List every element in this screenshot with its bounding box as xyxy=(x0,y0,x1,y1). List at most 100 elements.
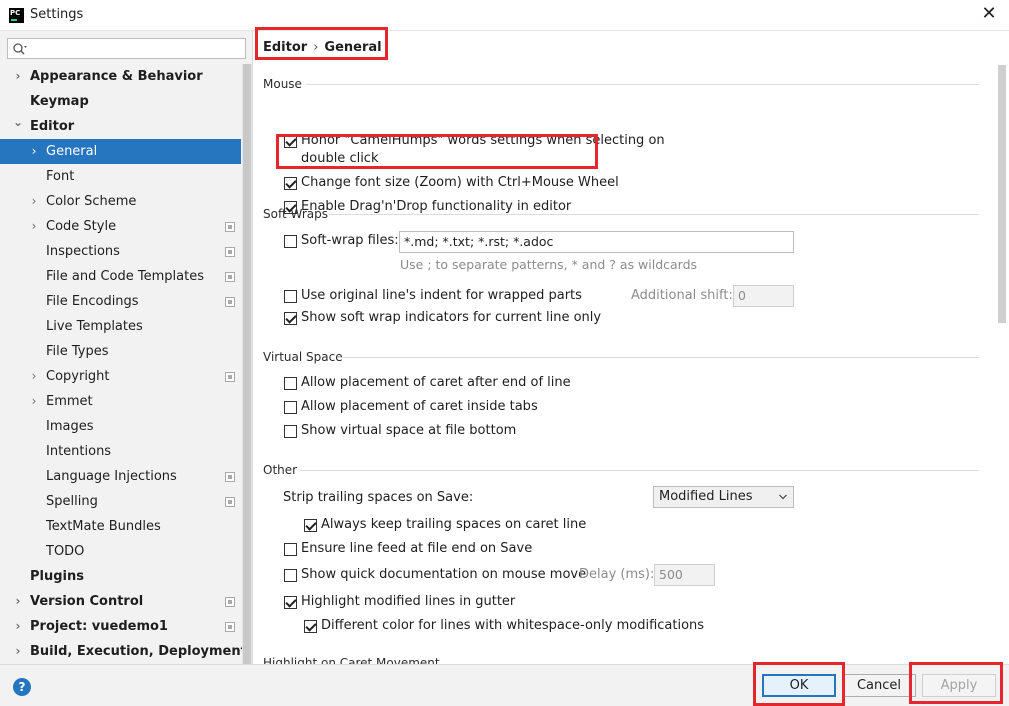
different-color-checkbox[interactable] xyxy=(304,620,317,633)
chevron-right-icon[interactable]: › xyxy=(12,639,24,664)
sidebar-item-file-encodings[interactable]: File Encodings xyxy=(0,289,241,314)
project-scope-icon xyxy=(225,297,235,307)
sidebar-item-live-templates[interactable]: Live Templates xyxy=(0,314,241,339)
section-title-virtual-space: Virtual Space xyxy=(263,350,343,364)
sidebar-item-copyright[interactable]: › Copyright xyxy=(0,364,241,389)
sidebar-item-emmet[interactable]: › Emmet xyxy=(0,389,241,414)
project-scope-icon xyxy=(225,597,235,607)
section-title-other: Other xyxy=(263,463,298,477)
quick-doc-checkbox[interactable] xyxy=(284,569,297,582)
original-indent-checkbox[interactable] xyxy=(284,290,297,303)
project-scope-icon xyxy=(225,497,235,507)
chevron-right-icon[interactable]: › xyxy=(12,589,24,614)
sidebar-item-label: Code Style xyxy=(46,219,117,234)
sidebar-item-label: File and Code Templates xyxy=(46,269,204,284)
sidebar-item-language-injections[interactable]: Language Injections xyxy=(0,464,241,489)
chevron-down-icon[interactable]: ⌄ xyxy=(12,110,24,135)
keep-trailing-checkbox[interactable] xyxy=(304,519,317,532)
caret-inside-tabs-checkbox[interactable] xyxy=(284,401,297,414)
pycharm-app-icon: PC xyxy=(9,8,24,23)
camelhumps-label-1: Honor "CamelHumps" words settings when s… xyxy=(301,133,665,148)
close-icon[interactable]: ✕ xyxy=(979,4,999,24)
search-icon xyxy=(13,43,27,55)
caret-after-end-label: Allow placement of caret after end of li… xyxy=(301,375,571,390)
highlight-modified-checkbox[interactable] xyxy=(284,596,297,609)
chevron-right-icon[interactable]: › xyxy=(12,64,24,89)
sidebar-item-color-scheme[interactable]: › Color Scheme xyxy=(0,189,241,214)
section-title-caret-movement: Highlight on Caret Movement xyxy=(263,656,440,664)
sidebar-item-general[interactable]: › General xyxy=(0,139,241,164)
sidebar-item-appearance-behavior[interactable]: › Appearance & Behavior xyxy=(0,64,241,89)
title-bar: PC Settings ✕ xyxy=(0,0,1009,31)
sidebar-item-label: File Types xyxy=(46,344,109,359)
sidebar-item-label: Keymap xyxy=(30,94,89,109)
main-scrollbar[interactable] xyxy=(995,63,1009,664)
sidebar-item-intentions[interactable]: Intentions xyxy=(0,439,241,464)
sidebar-item-spelling[interactable]: Spelling xyxy=(0,489,241,514)
sidebar-item-label: TextMate Bundles xyxy=(46,519,161,534)
additional-shift-input[interactable]: 0 xyxy=(733,285,794,307)
main-scrollbar-thumb[interactable] xyxy=(998,65,1006,323)
sidebar-item-label: Spelling xyxy=(46,494,98,509)
section-divider xyxy=(329,214,979,215)
sidebar-item-file-types[interactable]: File Types xyxy=(0,339,241,364)
project-scope-icon xyxy=(225,272,235,282)
chevron-right-icon[interactable]: › xyxy=(28,364,40,389)
chevron-right-icon[interactable]: › xyxy=(28,189,40,214)
sidebar-item-label: Copyright xyxy=(46,369,110,384)
zoom-checkbox[interactable] xyxy=(284,177,297,190)
sidebar-scrollbar-thumb[interactable] xyxy=(243,64,251,664)
chevron-right-icon[interactable]: › xyxy=(12,614,24,639)
sidebar-item-code-style[interactable]: › Code Style xyxy=(0,214,241,239)
search-input[interactable] xyxy=(32,40,242,57)
softwrap-files-checkbox[interactable] xyxy=(284,235,297,248)
sidebar-item-label: Intentions xyxy=(46,444,112,459)
line-feed-checkbox[interactable] xyxy=(284,543,297,556)
cancel-button[interactable]: Cancel xyxy=(842,674,916,697)
show-indicators-checkbox[interactable] xyxy=(284,312,297,325)
chevron-right-icon[interactable]: › xyxy=(28,389,40,414)
sidebar-item-label: General xyxy=(46,144,98,159)
sidebar-item-label: Project: vuedemo1 xyxy=(30,619,168,634)
sidebar-item-file-and-code-templates[interactable]: File and Code Templates xyxy=(0,264,241,289)
sidebar-item-label: TODO xyxy=(46,544,85,559)
sidebar-item-plugins[interactable]: Plugins xyxy=(0,564,241,589)
sidebar-item-images[interactable]: Images xyxy=(0,414,241,439)
chevron-right-icon[interactable]: › xyxy=(28,139,40,164)
caret-inside-tabs-label: Allow placement of caret inside tabs xyxy=(301,399,538,414)
apply-button[interactable]: Apply xyxy=(922,674,996,697)
sidebar-item-build-execution-deployment[interactable]: › Build, Execution, Deployment xyxy=(0,639,247,664)
sidebar-item-label: Font xyxy=(46,169,75,184)
sidebar-scrollbar[interactable] xyxy=(242,64,252,664)
softwrap-files-input[interactable]: *.md; *.txt; *.rst; *.adoc xyxy=(399,231,794,253)
app-icon-text: PC xyxy=(10,9,21,17)
ok-button[interactable]: OK xyxy=(762,674,836,697)
sidebar-item-label: Plugins xyxy=(30,569,84,584)
virtual-space-bottom-checkbox[interactable] xyxy=(284,425,297,438)
project-scope-icon xyxy=(225,222,235,232)
chevron-right-icon[interactable]: › xyxy=(28,214,40,239)
sidebar-item-inspections[interactable]: Inspections xyxy=(0,239,241,264)
sidebar-item-label: Version Control xyxy=(30,594,144,609)
section-divider xyxy=(337,357,979,358)
delay-label: Delay (ms): xyxy=(579,567,655,582)
sidebar-item-textmate-bundles[interactable]: TextMate Bundles xyxy=(0,514,241,539)
sidebar-item-version-control[interactable]: › Version Control xyxy=(0,589,241,614)
help-icon[interactable]: ? xyxy=(13,678,31,696)
sidebar-item-todo[interactable]: TODO xyxy=(0,539,241,564)
caret-after-end-checkbox[interactable] xyxy=(284,377,297,390)
show-indicators-label: Show soft wrap indicators for current li… xyxy=(301,310,602,325)
sidebar-item-label: Live Templates xyxy=(46,319,143,334)
search-box[interactable] xyxy=(7,38,246,59)
camelhumps-checkbox[interactable] xyxy=(284,135,297,148)
sidebar-item-project-vuedemo1[interactable]: › Project: vuedemo1 xyxy=(0,614,241,639)
settings-tree: › Appearance & Behavior Keymap ⌄ Editor › Gene… xyxy=(0,64,247,664)
settings-sidebar: › Appearance & Behavior Keymap ⌄ Editor › Gene… xyxy=(0,31,253,664)
sidebar-item-font[interactable]: Font xyxy=(0,164,241,189)
breadcrumb-editor[interactable]: Editor xyxy=(263,40,307,55)
section-title-soft-wraps: Soft Wraps xyxy=(263,207,328,221)
sidebar-item-keymap[interactable]: Keymap xyxy=(0,89,241,114)
delay-input[interactable]: 500 xyxy=(654,564,715,586)
sidebar-item-editor[interactable]: ⌄ Editor xyxy=(0,114,241,139)
strip-trailing-dropdown[interactable]: Modified Lines xyxy=(653,486,794,508)
